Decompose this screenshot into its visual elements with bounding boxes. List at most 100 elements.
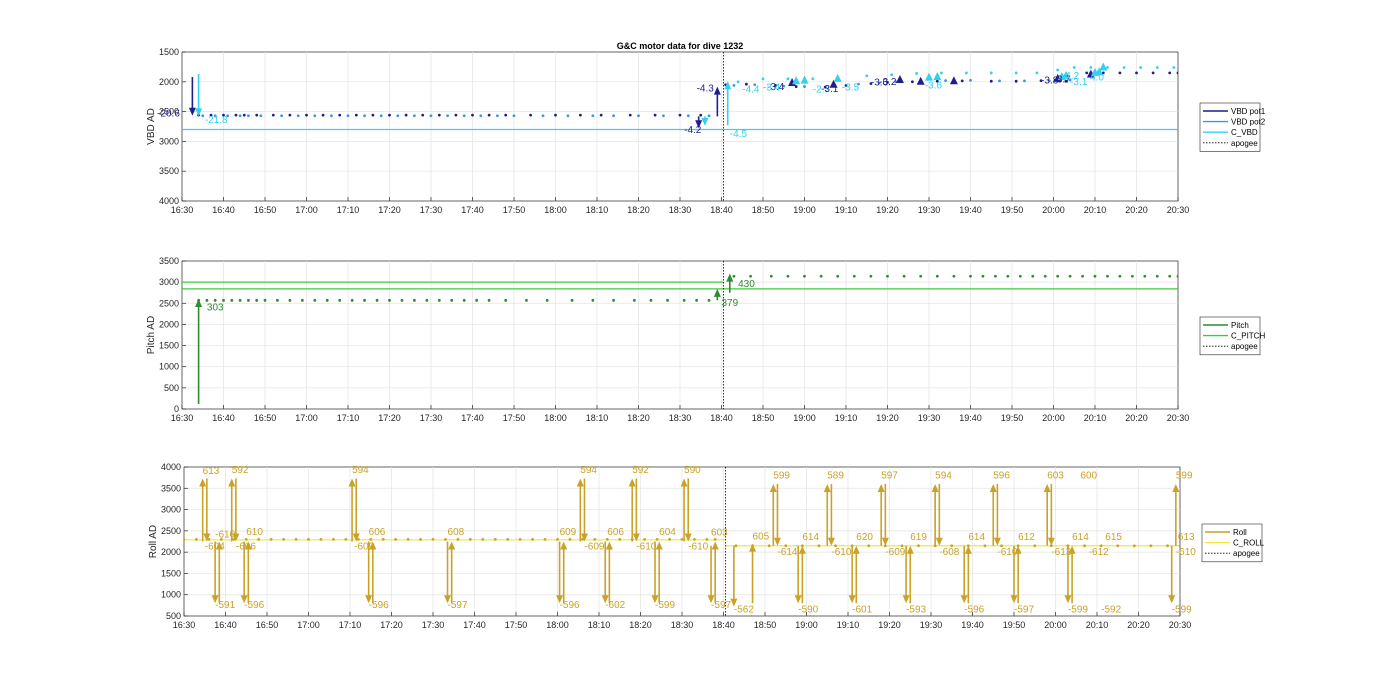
vbd-data-point [1056, 68, 1060, 72]
vbd-panel: 16:30 16:40 16:50 17:00 17:10 17:20 17:30 17:40… [146, 47, 1266, 215]
roll-annotation: 600 [1080, 470, 1097, 481]
pitch-xtick-label: 19:40 [959, 413, 982, 423]
pitch-data-point [487, 298, 491, 302]
pitch-xtick-label: 17:20 [378, 413, 401, 423]
pitch-data-point [869, 274, 873, 278]
pitch-data-point [1168, 274, 1172, 278]
roll-xtick-label: 17:10 [339, 620, 362, 630]
pitch-data-point [902, 274, 906, 278]
roll-annotation: -610 [831, 547, 851, 558]
vbd-xtick-label: 20:00 [1042, 205, 1065, 215]
pitch-xtick-label: 17:50 [503, 413, 526, 423]
roll-data-point [195, 537, 198, 541]
roll-data-point [493, 537, 497, 541]
vbd-data-point [529, 113, 532, 117]
vbd-data-point [736, 80, 740, 84]
pitch-data-point [375, 298, 379, 302]
roll-annotation: 615 [1105, 532, 1122, 543]
vbd-xtick-label: 18:30 [669, 205, 692, 215]
vbd-data-point [330, 114, 333, 118]
pitch-data-point [886, 274, 889, 278]
roll-data-point [381, 537, 385, 541]
roll-data-point [655, 537, 659, 541]
roll-xtick-label: 18:30 [671, 620, 694, 630]
vbd-data-point [1118, 71, 1122, 75]
roll-data-point [917, 544, 920, 548]
roll-annotation: -599 [655, 600, 675, 611]
roll-data-point [444, 537, 447, 541]
pitch-xtick-label: 19:10 [835, 413, 858, 423]
vbd-data-point [288, 113, 292, 117]
vbd-annotation: -4.0 [1087, 73, 1105, 84]
vbd-data-point [379, 114, 383, 118]
roll-annotation: 610 [246, 527, 263, 538]
pitch-data-point [836, 274, 840, 278]
vbd-data-point [944, 79, 947, 83]
vbd-legend-label: VBD pot2 [1231, 118, 1266, 127]
pitch-xtick-label: 19:30 [918, 413, 941, 423]
roll-annotation: 619 [910, 532, 927, 543]
vbd-data-point [313, 114, 317, 118]
vbd-data-point [1035, 71, 1039, 75]
roll-annotation: -608 [939, 547, 959, 558]
vbd-data-point [454, 113, 458, 117]
pitch-data-point [1176, 274, 1178, 278]
roll-annotation: -597 [1014, 605, 1034, 616]
vbd-data-point [1014, 79, 1018, 83]
vbd-data-point [940, 71, 943, 75]
roll-annotation: 606 [369, 527, 386, 538]
roll-ytick-label: 1500 [161, 568, 181, 578]
roll-data-point [705, 537, 709, 541]
vbd-annotation: -3.6 [925, 80, 943, 91]
roll-xtick-label: 17:40 [463, 620, 486, 630]
pitch-data-point [1043, 274, 1047, 278]
roll-xtick-label: 17:30 [422, 620, 445, 630]
pitch-data-point [413, 298, 416, 302]
pitch-ytick-label: 3500 [159, 256, 179, 266]
roll-data-point [518, 537, 522, 541]
pitch-data-point [238, 298, 242, 302]
pitch-data-point [570, 298, 574, 302]
vbd-annotation: -4.5 [730, 129, 748, 140]
pitch-xtick-label: 19:50 [1001, 413, 1024, 423]
roll-annotation: -610 [1176, 547, 1196, 558]
vbd-data-point [429, 114, 433, 118]
vbd-xtick-label: 19:50 [1001, 205, 1024, 215]
roll-data-point [184, 537, 186, 541]
figure-title: G&C motor data for dive 1232 [617, 41, 744, 51]
pitch-xtick-label: 20:30 [1167, 413, 1190, 423]
roll-data-point [1166, 544, 1169, 548]
vbd-xtick-label: 16:40 [212, 205, 235, 215]
vbd-annotation: -3.1 [1070, 77, 1088, 88]
vbd-annotation: -3.2 [879, 77, 897, 88]
pitch-data-point [388, 298, 391, 302]
pitch-xtick-label: 18:20 [627, 413, 650, 423]
vbd-data-point [1155, 66, 1159, 69]
pitch-xtick-label: 19:00 [793, 413, 816, 423]
vbd-xtick-label: 17:30 [420, 205, 443, 215]
vbd-data-point [238, 114, 242, 118]
pitch-data-point [1068, 274, 1072, 278]
roll-data-point [568, 537, 572, 541]
vbd-xtick-label: 20:30 [1167, 205, 1190, 215]
roll-xtick-label: 19:20 [878, 620, 901, 630]
roll-data-point [1149, 544, 1153, 548]
roll-data-point [456, 537, 460, 541]
pitch-xtick-label: 16:30 [171, 413, 194, 423]
vbd-xtick-label: 19:40 [959, 205, 982, 215]
pitch-data-point [350, 298, 354, 302]
vbd-data-point [371, 113, 375, 117]
pitch-data-point [1018, 274, 1022, 278]
roll-annotation: -596 [369, 600, 389, 611]
roll-legend-label: apogee [1233, 549, 1260, 558]
roll-data-point [269, 537, 273, 541]
roll-annotation: 594 [580, 465, 597, 476]
roll-xtick-label: 16:40 [214, 620, 237, 630]
pitch-data-point [450, 298, 454, 302]
roll-data-point [468, 537, 472, 541]
vbd-xtick-label: 19:10 [835, 205, 858, 215]
pitch-xtick-label: 17:10 [337, 413, 360, 423]
vbd-ytick-label: 1500 [159, 47, 179, 57]
vbd-data-point [1135, 71, 1138, 75]
roll-annotation: -593 [906, 605, 926, 616]
